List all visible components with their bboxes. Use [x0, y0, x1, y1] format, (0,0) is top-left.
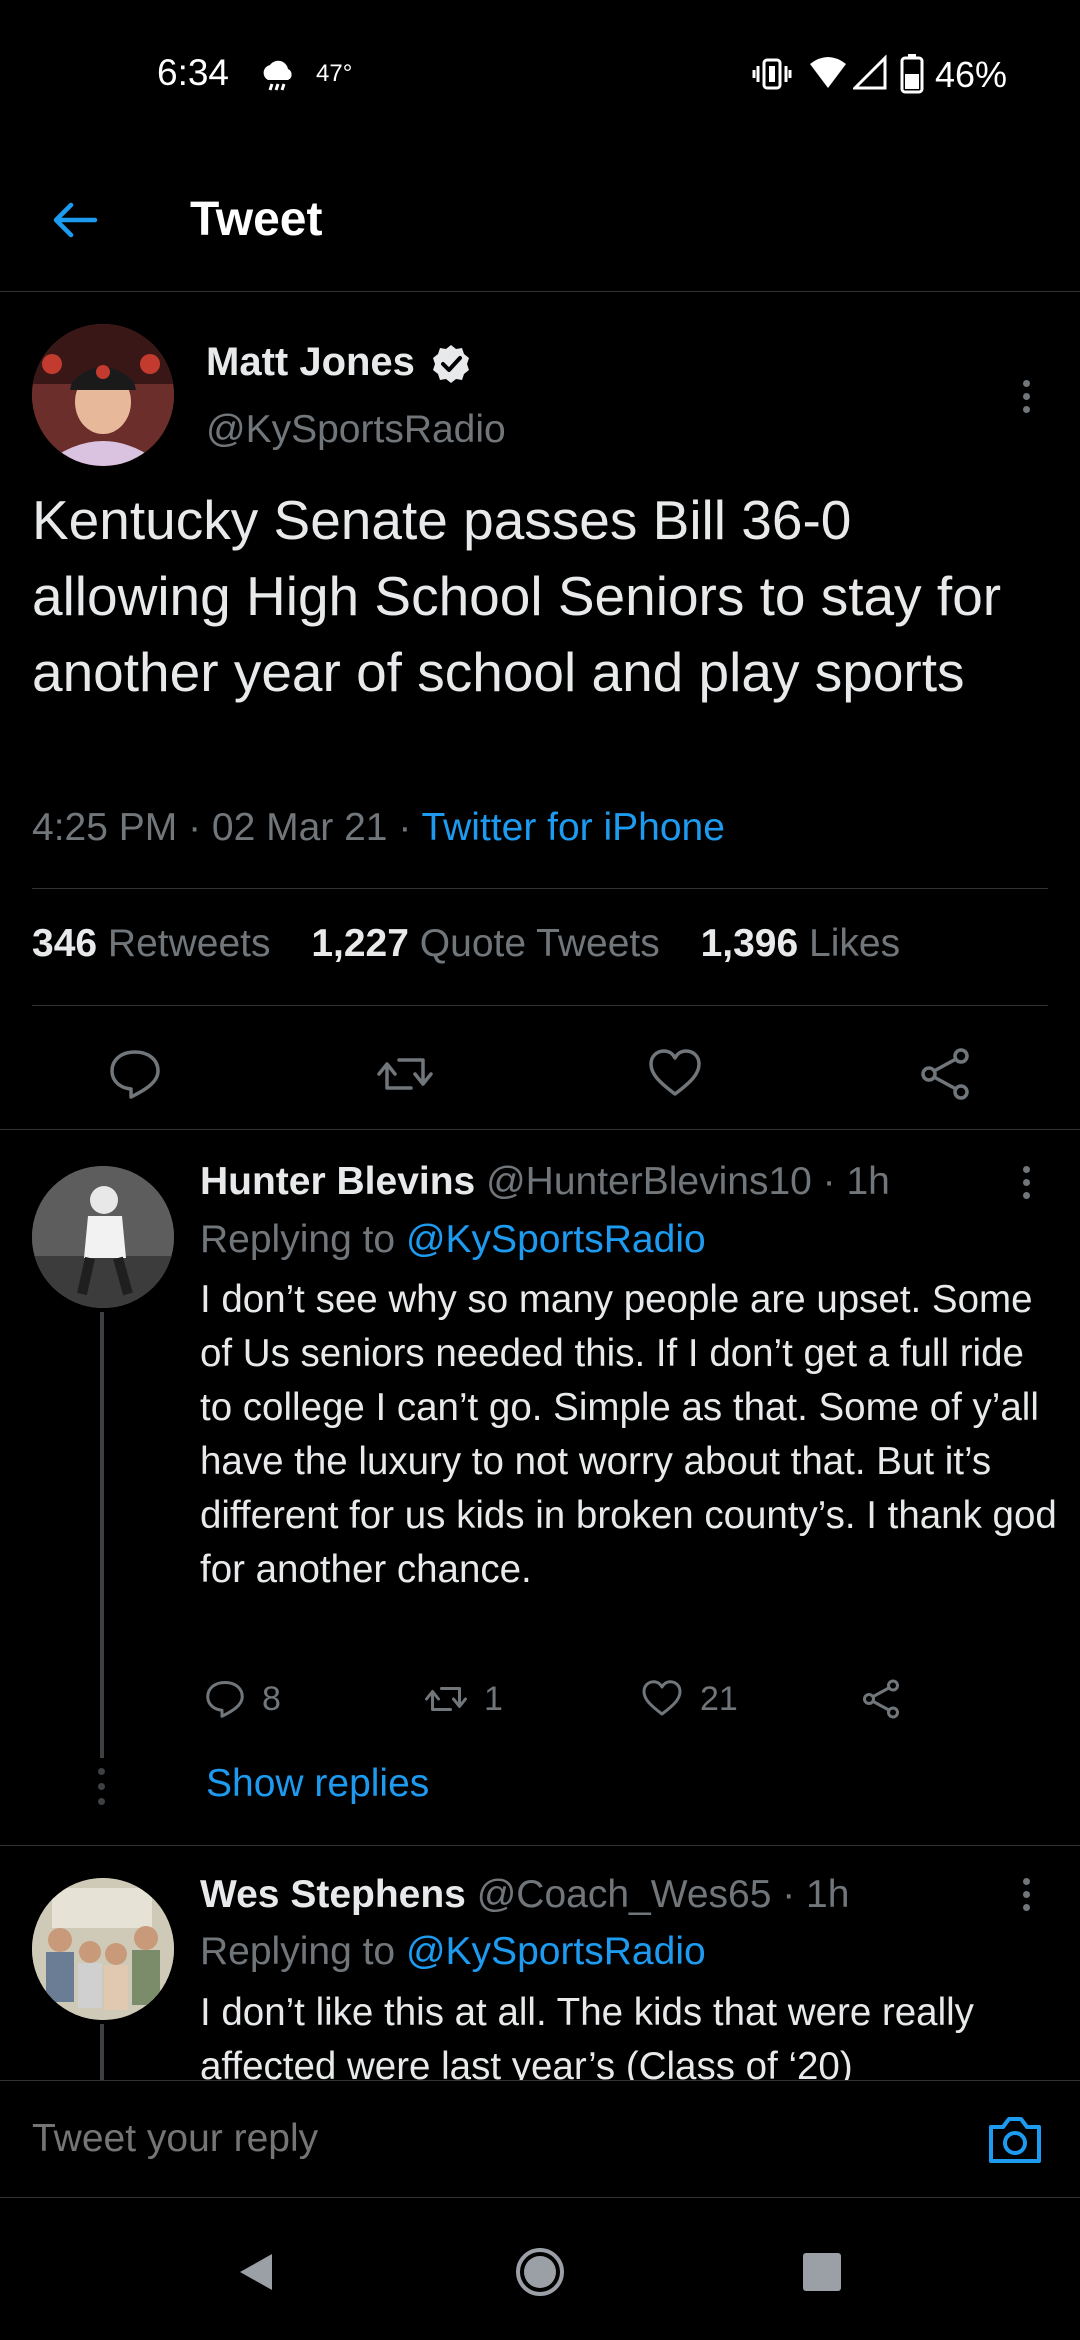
reply-like-button[interactable]: 21 [640, 1678, 738, 1720]
battery-percent: 46% [935, 54, 1008, 95]
thread-ellipsis [98, 1768, 106, 1805]
status-time: 6:34 [157, 52, 230, 93]
reply-retweet-button[interactable]: 1 [424, 1678, 503, 1720]
tweet-actions [0, 1006, 1080, 1130]
more-icon[interactable] [1006, 1152, 1046, 1212]
signal-icon [853, 54, 887, 90]
nav-back-icon [240, 2254, 272, 2290]
reply-header: Wes Stephens @Coach_Wes65 · 1h [200, 1873, 849, 1917]
avatar-image [32, 1878, 174, 2020]
vibrate-icon [752, 58, 792, 90]
back-button[interactable] [40, 190, 110, 250]
app-header: Tweet [0, 150, 1080, 292]
back-arrow-icon [53, 202, 98, 238]
replying-to: Replying to @KySportsRadio [200, 1218, 706, 1262]
like-icon[interactable] [647, 1046, 703, 1102]
avatar-image [32, 324, 174, 466]
nav-back-button[interactable] [226, 2242, 286, 2302]
share-icon [863, 1679, 899, 1719]
replying-to: Replying to @KySportsRadio [200, 1930, 706, 1974]
camera-icon[interactable] [985, 2111, 1045, 2167]
status-bar: 6:34 47° 46% [0, 0, 1080, 150]
like-count: 21 [700, 1679, 738, 1718]
tweet-stats: 346 Retweets 1,227 Quote Tweets 1,396 Li… [32, 922, 930, 966]
replying-prefix: Replying to [200, 1930, 406, 1973]
nav-home-button[interactable] [510, 2242, 570, 2302]
reply-avatar[interactable] [32, 1166, 174, 1308]
retweet-icon[interactable] [377, 1046, 433, 1102]
tweet-timestamp: 4:25 PM · 02 Mar 21 · Twitter for iPhone [32, 806, 725, 850]
tweet-time: 4:25 PM · 02 Mar 21 · [32, 806, 422, 849]
show-replies-link[interactable]: Show replies [206, 1762, 429, 1806]
retweet-icon [425, 1687, 467, 1711]
reply-avatar[interactable] [32, 1878, 174, 2020]
verified-icon [433, 345, 469, 383]
reply-author-name[interactable]: Wes Stephens [200, 1873, 466, 1916]
nav-home-icon [516, 2248, 564, 2296]
nav-recents-button[interactable] [792, 2242, 852, 2302]
share-icon[interactable] [917, 1046, 973, 1102]
author-handle[interactable]: @KySportsRadio [206, 408, 506, 452]
weather-icon [263, 60, 292, 91]
divider [0, 1845, 1080, 1846]
reply-count: 8 [262, 1679, 281, 1718]
reply-header: Hunter Blevins @HunterBlevins10 · 1h [200, 1160, 890, 1204]
reply-meta: @HunterBlevins10 · 1h [475, 1160, 890, 1203]
replying-prefix: Replying to [200, 1218, 406, 1261]
thread-line [100, 2024, 104, 2080]
screen: 6:34 47° 46% Tweet Matt Jones @KySportsR… [0, 0, 1080, 2340]
status-temperature: 47° [316, 60, 353, 87]
author-name[interactable]: Matt Jones [206, 340, 415, 385]
thread-line [100, 1312, 104, 1758]
reply-icon [206, 1681, 244, 1718]
wifi-icon [810, 57, 846, 88]
reply-author-name[interactable]: Hunter Blevins [200, 1160, 475, 1203]
likes-stat[interactable]: 1,396 Likes [701, 922, 901, 965]
replying-to-link[interactable]: @KySportsRadio [406, 1930, 706, 1973]
tweet-source-link[interactable]: Twitter for iPhone [421, 806, 724, 849]
tweet-text: Kentucky Senate passes Bill 36-0 allowin… [32, 489, 1002, 703]
page-title: Tweet [190, 193, 323, 246]
retweets-stat[interactable]: 346 Retweets [32, 922, 271, 965]
like-icon [642, 1680, 682, 1716]
reply-reply-button[interactable]: 8 [204, 1678, 281, 1720]
avatar-image [32, 1166, 174, 1308]
more-icon[interactable] [1006, 366, 1046, 426]
reply-input[interactable] [32, 2117, 932, 2161]
reply-icon[interactable] [107, 1046, 163, 1102]
author-avatar[interactable] [32, 324, 174, 466]
reply-meta: @Coach_Wes65 · 1h [465, 1873, 850, 1916]
reply-text: I don’t like this at all. The kids that … [200, 1991, 974, 2088]
replying-to-link[interactable]: @KySportsRadio [406, 1218, 706, 1261]
divider [32, 888, 1048, 889]
retweet-count: 1 [484, 1679, 503, 1718]
battery-icon [900, 54, 924, 94]
system-navigation-bar [0, 2198, 1080, 2340]
reply-share-button[interactable] [860, 1678, 918, 1720]
reply-text: I don’t see why so many people are upset… [200, 1278, 1057, 1591]
more-icon[interactable] [1006, 1864, 1046, 1924]
quote-tweets-stat[interactable]: 1,227 Quote Tweets [311, 922, 659, 965]
reply-composer [0, 2080, 1080, 2198]
nav-recents-icon [803, 2253, 841, 2291]
